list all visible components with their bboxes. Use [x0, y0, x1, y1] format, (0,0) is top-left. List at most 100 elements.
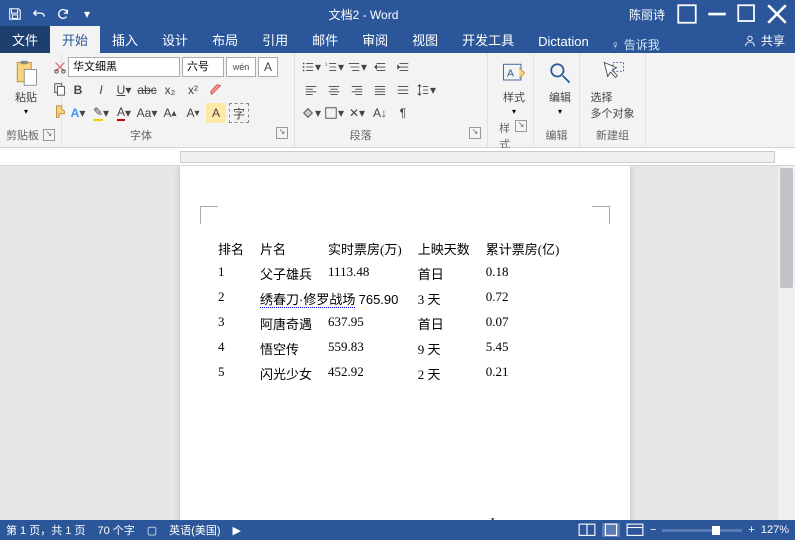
tab-insert[interactable]: 插入 [100, 26, 150, 53]
tab-dictation[interactable]: Dictation [526, 30, 601, 53]
tab-layout[interactable]: 布局 [200, 26, 250, 53]
minimize-icon[interactable] [703, 3, 731, 25]
data-table: 排名 片名 实时票房(万) 上映天数 累计票房(亿) 1父子雄兵1113.48首… [210, 236, 567, 386]
tab-home[interactable]: 开始 [50, 26, 100, 53]
ruler[interactable] [0, 148, 795, 166]
cut-icon[interactable] [50, 57, 70, 77]
zoom-in-icon[interactable]: + [748, 524, 754, 536]
distribute-icon[interactable] [393, 80, 413, 100]
font-launcher-icon[interactable]: ↘ [276, 127, 288, 139]
table-row: 4悟空传559.839 天5.45 [210, 336, 567, 361]
increase-indent-icon[interactable] [393, 57, 413, 77]
repeat-icon[interactable] [52, 3, 74, 25]
svg-text:1: 1 [325, 61, 328, 66]
copy-icon[interactable] [50, 79, 70, 99]
tab-design[interactable]: 设计 [150, 26, 200, 53]
paragraph-group-label: 段落 [350, 127, 372, 143]
font-color-icon[interactable]: A▾ [114, 103, 134, 123]
document-area[interactable]: 排名 片名 实时票房(万) 上映天数 累计票房(亿) 1父子雄兵1113.48首… [0, 166, 795, 520]
decrease-indent-icon[interactable] [370, 57, 390, 77]
phonetic-guide-button[interactable]: wén [226, 57, 256, 77]
undo-icon[interactable] [28, 3, 50, 25]
char-shading-icon[interactable]: A [206, 103, 226, 123]
newgroup-label: 新建组 [586, 125, 639, 145]
italic-icon[interactable]: I [91, 80, 111, 100]
underline-icon[interactable]: U▾ [114, 80, 134, 100]
save-icon[interactable] [4, 3, 26, 25]
line-spacing-icon[interactable]: ▾ [416, 80, 436, 100]
spellcheck-icon[interactable]: ▢ [147, 524, 157, 537]
clipboard-launcher-icon[interactable]: ↘ [43, 129, 55, 141]
font-group-label: 字体 [130, 127, 152, 143]
table-row: 5闪光少女452.922 天0.21 [210, 361, 567, 386]
zoom-slider[interactable] [662, 529, 742, 532]
collapse-ribbon-icon[interactable]: ⌃ [783, 527, 791, 538]
justify-icon[interactable] [370, 80, 390, 100]
page: 排名 片名 实时票房(万) 上映天数 累计票房(亿) 1父子雄兵1113.48首… [180, 166, 630, 520]
maximize-icon[interactable] [733, 3, 761, 25]
window-title: 文档2 - Word [98, 6, 629, 23]
read-mode-icon[interactable] [578, 523, 596, 537]
text-cursor-icon: I [490, 516, 495, 520]
tab-review[interactable]: 审阅 [350, 26, 400, 53]
enclose-char-icon[interactable]: 字 [229, 103, 249, 123]
strikethrough-icon[interactable]: abc [137, 80, 157, 100]
share-button[interactable]: 共享 [733, 28, 795, 53]
show-marks-icon[interactable]: ¶ [393, 103, 413, 123]
align-right-icon[interactable] [347, 80, 367, 100]
table-header: 排名 片名 实时票房(万) 上映天数 累计票房(亿) [210, 236, 567, 261]
web-layout-icon[interactable] [626, 523, 644, 537]
bold-icon[interactable]: B [68, 80, 88, 100]
table-row: 2绣春刀·修罗战场 765.903 天0.72 [210, 286, 567, 311]
macro-icon[interactable]: ▶ [233, 524, 241, 537]
tab-references[interactable]: 引用 [250, 26, 300, 53]
select-objects-button[interactable]: 选择 多个对象 [586, 57, 639, 123]
clear-format-icon[interactable] [206, 80, 226, 100]
superscript-icon[interactable]: x² [183, 80, 203, 100]
multilevel-icon[interactable]: ▾ [347, 57, 367, 77]
bullets-icon[interactable]: ▾ [301, 57, 321, 77]
align-left-icon[interactable] [301, 80, 321, 100]
shading-icon[interactable]: ▾ [301, 103, 321, 123]
font-size-select[interactable]: 六号 [182, 57, 224, 77]
tell-me[interactable]: ♀ 告诉我 [611, 36, 660, 53]
format-painter-icon[interactable] [50, 101, 70, 121]
status-language[interactable]: 英语(美国) [169, 522, 220, 538]
shrink-font-icon[interactable]: A▾ [183, 103, 203, 123]
numbering-icon[interactable]: 1▾ [324, 57, 344, 77]
status-words[interactable]: 70 个字 [97, 522, 134, 538]
tab-file[interactable]: 文件 [0, 26, 50, 53]
qat-more-icon[interactable]: ▾ [76, 3, 98, 25]
user-name: 陈丽诗 [629, 6, 665, 23]
close-icon[interactable] [763, 3, 791, 25]
status-page[interactable]: 第 1 页，共 1 页 [6, 522, 85, 538]
text-effects-icon[interactable]: A▾ [68, 103, 88, 123]
ribbon-options-icon[interactable] [673, 3, 701, 25]
align-center-icon[interactable] [324, 80, 344, 100]
table-row: 1父子雄兵1113.48首日0.18 [210, 261, 567, 286]
styles-button[interactable]: A 样式▾ [494, 57, 534, 118]
sort-icon[interactable]: A↓ [370, 103, 390, 123]
grow-font-icon[interactable]: A▴ [160, 103, 180, 123]
vertical-scrollbar[interactable] [778, 166, 795, 520]
svg-text:A: A [507, 68, 514, 80]
editing-group-label: 编辑 [540, 125, 573, 145]
borders-icon[interactable]: ▾ [324, 103, 344, 123]
tab-mailings[interactable]: 邮件 [300, 26, 350, 53]
highlight-icon[interactable]: ✎▾ [91, 103, 111, 123]
change-case-icon[interactable]: Aa▾ [137, 103, 157, 123]
document-content[interactable]: 排名 片名 实时票房(万) 上映天数 累计票房(亿) 1父子雄兵1113.48首… [210, 236, 567, 386]
print-layout-icon[interactable] [602, 523, 620, 537]
tab-developer[interactable]: 开发工具 [450, 26, 526, 53]
tab-view[interactable]: 视图 [400, 26, 450, 53]
char-border-icon[interactable]: A [258, 57, 278, 77]
asian-layout-icon[interactable]: ✕▾ [347, 103, 367, 123]
paragraph-launcher-icon[interactable]: ↘ [469, 127, 481, 139]
editing-button[interactable]: 编辑▾ [540, 57, 580, 118]
scroll-thumb[interactable] [780, 168, 793, 288]
subscript-icon[interactable]: x₂ [160, 80, 180, 100]
zoom-out-icon[interactable]: − [650, 524, 656, 536]
paste-button[interactable]: 粘贴 ▾ [6, 57, 46, 118]
font-name-select[interactable]: 华文细黑 [68, 57, 180, 77]
styles-launcher-icon[interactable]: ↘ [515, 120, 527, 132]
